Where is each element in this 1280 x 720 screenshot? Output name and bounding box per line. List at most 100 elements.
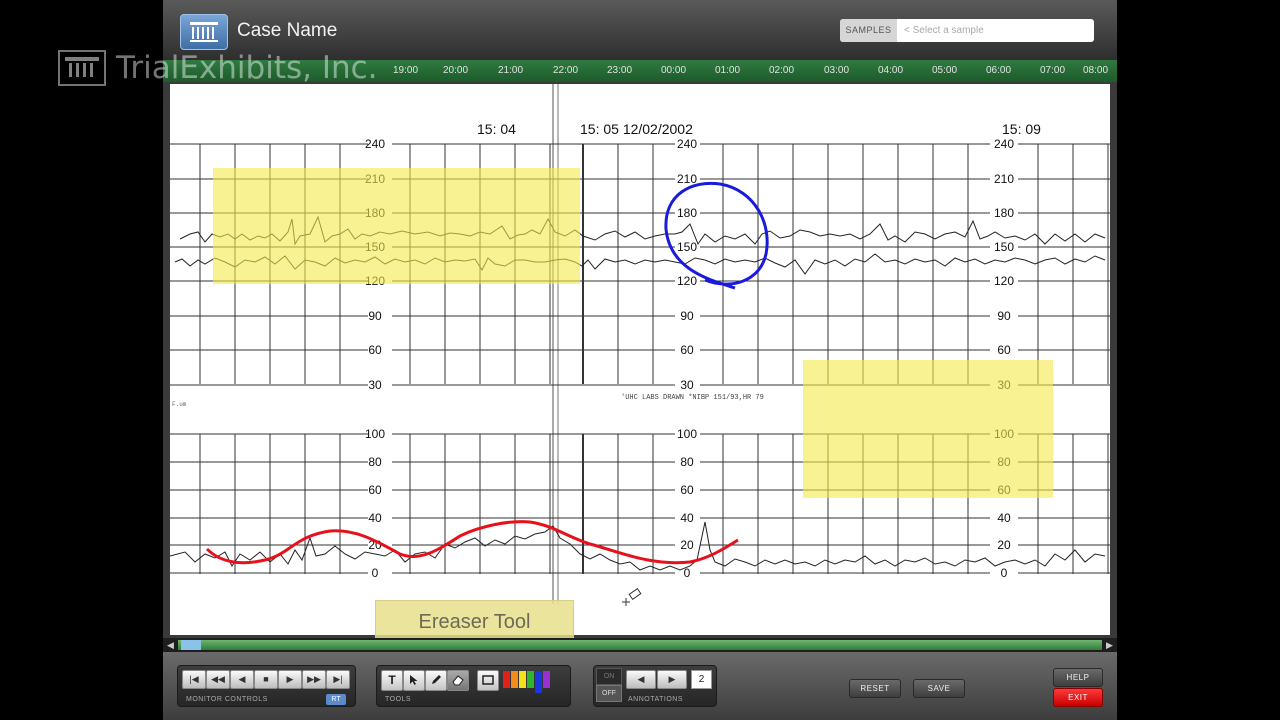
exit-button[interactable]: EXIT <box>1053 688 1103 707</box>
annotations-off[interactable]: OFF <box>596 685 622 702</box>
lab-annotation: 'UHC LABS DRAWN *NIBP 151/93,HR 79 <box>621 394 764 402</box>
scale-label: 120 <box>677 274 697 288</box>
scale-label: 100 <box>365 427 385 441</box>
timeline-tick: 04:00 <box>878 65 904 76</box>
timeline-tick: 05:00 <box>932 65 958 76</box>
building-columns-icon <box>58 50 106 86</box>
timeline-tick: 20:00 <box>443 65 469 76</box>
pointer-icon[interactable] <box>403 670 425 691</box>
text-tool-button[interactable]: T <box>381 670 403 691</box>
time-stamp: 15: 04 <box>477 121 516 137</box>
scale-label: 40 <box>680 511 694 525</box>
bottom-toolbar: |◀ ◀◀ ◀ ■ ▶ ▶▶ ▶| MONITOR CONTROLS RT T <box>163 652 1117 720</box>
scale-label: 60 <box>368 343 382 357</box>
reset-button[interactable]: RESET <box>849 679 901 698</box>
help-button[interactable]: HELP <box>1053 668 1103 687</box>
timeline-tick: 01:00 <box>715 65 741 76</box>
color-swatch-green[interactable] <box>527 671 534 688</box>
document-canvas[interactable]: 240 210 180 150 120 90 60 30 240 210 180… <box>170 84 1110 652</box>
fetal-monitor-strip: 240 210 180 150 120 90 60 30 240 210 180… <box>170 84 1110 606</box>
scale-label: 60 <box>997 343 1011 357</box>
samples-placeholder: < Select a sample <box>904 25 984 36</box>
scale-label: 0 <box>1001 566 1008 580</box>
color-swatch-purple[interactable] <box>543 671 550 688</box>
tools-label: TOOLS <box>385 696 412 703</box>
watermark: TrialExhibits, Inc. <box>58 48 388 90</box>
previous-annotation-icon[interactable]: ◀ <box>626 670 656 689</box>
timeline-tick: 03:00 <box>824 65 850 76</box>
rt-badge[interactable]: RT <box>326 694 346 705</box>
scroll-left-icon[interactable]: ◀ <box>164 638 177 652</box>
sample-selector[interactable]: SAMPLES < Select a sample <box>840 19 1094 42</box>
annotations-label: ANNOTATIONS <box>628 696 684 703</box>
color-swatch-blue[interactable] <box>535 671 542 693</box>
circle-annotation[interactable] <box>664 181 769 290</box>
timeline-tick: 08:00 <box>1083 65 1109 76</box>
scale-label: 90 <box>997 309 1011 323</box>
side-mark: F.um <box>172 401 187 408</box>
color-swatch-red[interactable] <box>503 671 510 688</box>
scale-label: 80 <box>368 455 382 469</box>
monitor-controls-group: |◀ ◀◀ ◀ ■ ▶ ▶▶ ▶| MONITOR CONTROLS RT <box>177 665 356 707</box>
scale-label: 240 <box>994 137 1014 151</box>
scroll-right-icon[interactable]: ▶ <box>1103 638 1116 652</box>
play-button[interactable]: ▶ <box>278 670 302 689</box>
color-swatch-orange[interactable] <box>511 671 518 688</box>
step-back-button[interactable]: ◀ <box>230 670 254 689</box>
scale-label: 60 <box>680 483 694 497</box>
timeline-tick: 19:00 <box>393 65 419 76</box>
scale-label: 20 <box>680 538 694 552</box>
scale-label: 90 <box>680 309 694 323</box>
scale-label: 60 <box>368 483 382 497</box>
highlight-annotation[interactable] <box>803 360 1053 498</box>
scale-label: 210 <box>677 172 697 186</box>
fast-forward-button[interactable]: ▶▶ <box>302 670 326 689</box>
scale-label: 150 <box>994 240 1014 254</box>
scale-label: 80 <box>680 455 694 469</box>
timeline-tick: 07:00 <box>1040 65 1066 76</box>
scale-label: 40 <box>368 511 382 525</box>
scroll-thumb[interactable] <box>181 640 201 650</box>
stop-button[interactable]: ■ <box>254 670 278 689</box>
skip-to-start-button[interactable]: |◀ <box>182 670 206 689</box>
scale-label: 30 <box>680 378 694 392</box>
time-stamp: 15: 09 <box>1002 121 1041 137</box>
rectangle-icon[interactable] <box>477 670 499 691</box>
scale-label: 100 <box>677 427 697 441</box>
highlight-annotation[interactable] <box>213 168 580 284</box>
eraser-icon[interactable] <box>447 670 469 691</box>
building-columns-icon <box>180 14 228 50</box>
case-title: Case Name <box>237 20 338 41</box>
timeline-tick: 22:00 <box>553 65 579 76</box>
skip-to-end-button[interactable]: ▶| <box>326 670 350 689</box>
timeline-tick: 23:00 <box>607 65 633 76</box>
freehand-annotation[interactable] <box>205 520 739 565</box>
annotations-toggle[interactable]: ON OFF <box>596 668 622 702</box>
scale-label: 150 <box>677 240 697 254</box>
scale-label: 40 <box>997 511 1011 525</box>
scale-label: 210 <box>994 172 1014 186</box>
scroll-track[interactable] <box>178 640 1102 650</box>
trial-viewer-app: Case Name SAMPLES < Select a sample 19:0… <box>163 0 1117 720</box>
scale-label: 20 <box>997 538 1011 552</box>
scale-label: 240 <box>677 137 697 151</box>
save-button[interactable]: SAVE <box>913 679 965 698</box>
pen-icon[interactable] <box>425 670 447 691</box>
time-stamp: 15: 05 12/02/2002 <box>580 121 693 137</box>
scale-label: 120 <box>994 274 1014 288</box>
annotation-page-field[interactable]: 2 <box>691 670 712 689</box>
scale-label: 180 <box>677 206 697 220</box>
timeline-tick: 02:00 <box>769 65 795 76</box>
scale-label: 90 <box>368 309 382 323</box>
color-swatch-yellow[interactable] <box>519 671 526 688</box>
next-annotation-icon[interactable]: ▶ <box>657 670 687 689</box>
horizontal-scrollbar[interactable]: ◀ ▶ <box>163 638 1117 652</box>
scale-label: 0 <box>372 566 379 580</box>
monitor-controls-label: MONITOR CONTROLS <box>186 696 268 703</box>
rewind-button[interactable]: ◀◀ <box>206 670 230 689</box>
watermark-text: TrialExhibits, Inc. <box>116 50 378 86</box>
annotations-on[interactable]: ON <box>596 668 622 685</box>
eraser-cursor-icon <box>622 587 642 606</box>
timeline-tick: 21:00 <box>498 65 524 76</box>
annotations-group: ON OFF ◀ ▶ 2 ANNOTATIONS <box>593 665 717 707</box>
